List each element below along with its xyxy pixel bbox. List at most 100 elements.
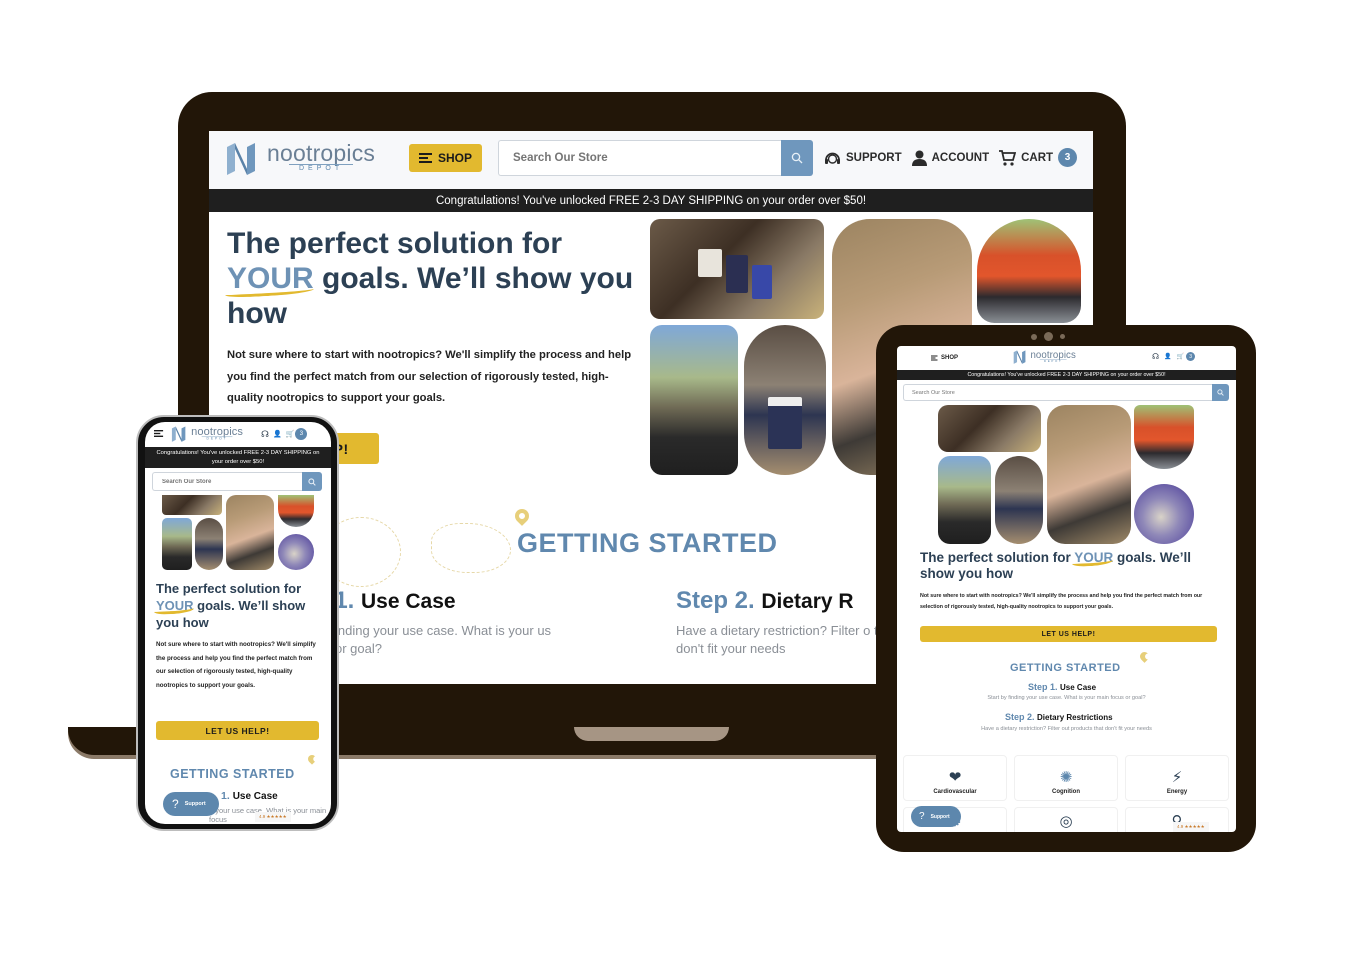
logo[interactable]: nootropics DEPOT (223, 142, 375, 175)
step-2-description: Have a dietary restriction? Filter o tha… (676, 623, 896, 656)
photo-lab-glove (278, 534, 314, 570)
shipping-banner: Congratulations! You've unlocked FREE 2-… (209, 189, 1093, 212)
step-2-heading: Step 2. Dietary R (676, 587, 854, 614)
search-icon (791, 152, 803, 164)
site-header: SHOP nootropics DEPOT ☊ 👤 🛒 3 (897, 346, 1236, 370)
shipping-banner: Congratulations! You've unlocked FREE 2-… (145, 447, 331, 468)
photo-bottle-closeup (744, 325, 826, 475)
step-1-description: Start by finding your use case. What is … (987, 695, 1146, 701)
map-pin-icon (512, 506, 532, 526)
search-bar (903, 384, 1229, 401)
search-input[interactable] (152, 472, 302, 491)
cart-link[interactable]: CART 3 (999, 148, 1078, 167)
getting-started-title: GETTING STARTED (170, 767, 295, 781)
hero-body: Not sure where to start with nootropics?… (156, 641, 316, 689)
search-button[interactable] (1212, 384, 1229, 401)
search-bar (498, 140, 813, 176)
laptop-notch (574, 727, 729, 741)
account-label: ACCOUNT (931, 151, 990, 164)
menu-icon (418, 153, 432, 163)
hero-title: The perfect solution for YOUR goals. We’… (156, 581, 306, 630)
photo-runner (278, 495, 314, 527)
user-icon[interactable]: 👤 (273, 430, 282, 438)
logo-mark-icon (171, 426, 186, 442)
search-bar (152, 472, 322, 491)
category-card[interactable]: ◎ (1014, 807, 1118, 832)
hero-title-highlight: YOUR (156, 598, 194, 613)
logo-mark-icon (1013, 350, 1026, 364)
heart-icon: ❤ (948, 769, 962, 786)
headset-icon[interactable]: ☊ (1152, 352, 1159, 361)
photo-man-outdoors (162, 518, 192, 570)
search-icon (1217, 389, 1224, 396)
photo-bottle-closeup (195, 518, 223, 570)
support-link[interactable]: SUPPORT (824, 150, 902, 166)
cart-count-badge: 3 (1186, 352, 1196, 361)
search-button[interactable] (302, 472, 322, 491)
headset-icon (825, 152, 840, 164)
menu-icon[interactable] (154, 430, 164, 437)
account-link[interactable]: ACCOUNT (911, 150, 990, 166)
tablet-screen: SHOP nootropics DEPOT ☊ 👤 🛒 3 Congratula… (897, 346, 1236, 832)
category-card-cognition[interactable]: ✺ Cognition (1014, 755, 1118, 801)
cart-count-badge: 3 (1058, 148, 1078, 167)
photo-bottle-closeup (995, 456, 1043, 544)
hero-title: The perfect solution for YOUR goals. We’… (920, 550, 1192, 581)
shop-button[interactable]: SHOP (409, 144, 482, 172)
photo-bottles-rocks (650, 219, 824, 319)
cart-label: CART (1021, 151, 1054, 164)
category-card-energy[interactable]: ⚡ Energy (1125, 755, 1229, 801)
photo-bottles-rocks (938, 405, 1041, 452)
step-2-description: Have a dietary restriction? Filter out p… (981, 726, 1152, 732)
logo[interactable]: nootropics DEPOT (170, 426, 243, 442)
search-input[interactable] (498, 140, 781, 176)
site-header: nootropics DEPOT ☊ 👤 🛒 3 (145, 422, 331, 447)
search-button[interactable] (781, 140, 813, 176)
let-us-help-button[interactable]: LET US HELP! (920, 626, 1217, 642)
hero-body: Not sure where to start with nootropics?… (227, 349, 632, 404)
target-icon: ◎ (1059, 813, 1073, 830)
shop-button[interactable]: SHOP (931, 353, 958, 363)
header-links: SUPPORT ACCOUNT CART 3 (824, 148, 1078, 167)
let-us-help-button[interactable]: LET US HELP! (156, 721, 319, 740)
hero-title-highlight: YOUR (1074, 550, 1114, 565)
question-icon: ? (919, 811, 925, 822)
tablet-camera (1031, 332, 1065, 341)
map-pin-icon (306, 753, 318, 765)
menu-icon (931, 355, 938, 361)
headset-icon[interactable]: ☊ (261, 429, 269, 440)
logo[interactable]: nootropics DEPOT (1012, 350, 1076, 364)
photo-man-outdoors (650, 325, 738, 475)
getting-started-title: GETTING STARTED (1010, 662, 1121, 674)
step-1-heading: Step 1. Use Case (1028, 682, 1097, 692)
header-icons: ☊ 👤 🛒 3 (1152, 352, 1196, 361)
hero-title: The perfect solution for YOUR goals. We’… (227, 227, 634, 330)
photo-man-outdoors (938, 456, 991, 544)
photo-runner (1134, 405, 1194, 469)
cart-icon[interactable]: 🛒 (286, 430, 295, 438)
map-pin-icon (1138, 650, 1151, 663)
user-icon (911, 150, 927, 166)
hero-title-highlight: YOUR (227, 261, 314, 295)
rating-widget[interactable]: 4.9 ★★★★★ (1173, 822, 1209, 832)
getting-started-title: GETTING STARTED (517, 528, 778, 558)
photo-hand-capsules (226, 495, 274, 570)
user-icon[interactable]: 👤 (1164, 353, 1171, 360)
lightning-icon: ⚡ (1171, 769, 1183, 786)
shop-label: SHOP (437, 151, 472, 165)
question-icon: ? (172, 797, 179, 811)
photo-lab-glove (1134, 484, 1194, 544)
step-1-description: inding your use case. What is your us or… (335, 623, 552, 656)
cart-icon[interactable]: 🛒 (1177, 353, 1184, 360)
logo-mark-icon (227, 142, 255, 175)
photo-hand-capsules (1047, 405, 1131, 544)
support-chat-button[interactable]: ? Support (911, 806, 961, 827)
site-header: nootropics DEPOT SHOP SUPPORT ACCOUNT (209, 131, 1093, 189)
header-icons: ☊ 👤 🛒 3 (261, 428, 308, 440)
search-input[interactable] (903, 384, 1212, 401)
category-card-cardiovascular[interactable]: ❤ Cardiovascular (903, 755, 1007, 801)
support-chat-button[interactable]: ? Support (163, 792, 219, 816)
logo-name: nootropics (267, 140, 376, 166)
phone-screen: nootropics DEPOT ☊ 👤 🛒 3 Congratulations… (145, 422, 331, 824)
rating-widget[interactable]: 4.9 ★★★★★ (255, 812, 291, 822)
